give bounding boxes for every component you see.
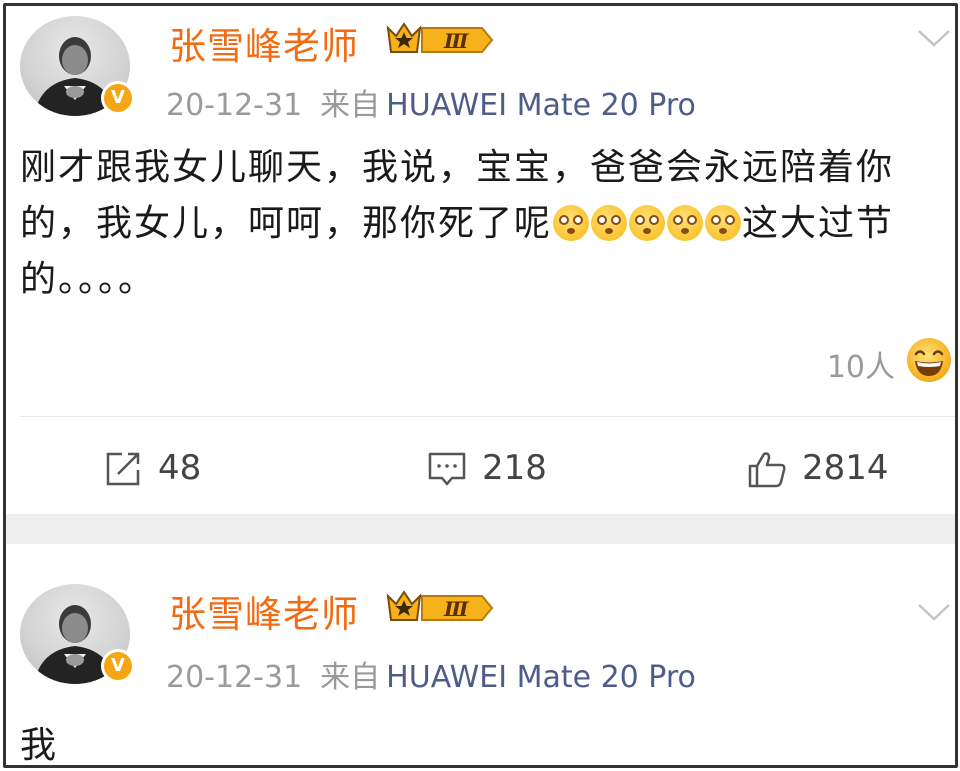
vip-level-badge-icon[interactable]: Ⅲ bbox=[384, 588, 496, 628]
post-text: 我 bbox=[20, 725, 59, 766]
post-separator bbox=[6, 514, 955, 544]
laughing-face-icon bbox=[907, 338, 951, 382]
post-date: 20-12-31 bbox=[166, 88, 303, 123]
vip-level-text: Ⅲ bbox=[443, 597, 469, 621]
username[interactable]: 张雪峰老师 bbox=[169, 16, 359, 70]
verified-badge-icon: V bbox=[101, 649, 135, 683]
dizzy-face-emoji-icon bbox=[705, 205, 742, 241]
dizzy-face-emoji-icon bbox=[553, 205, 590, 241]
post-meta: 20-12-31 来自 HUAWEI Mate 20 Pro bbox=[166, 652, 696, 696]
source-prefix: 来自 bbox=[320, 660, 381, 695]
weibo-post: V 张雪峰老师 Ⅲ 20-12-31 来自 HUAWEI Mate 20 Pro 刚… bbox=[6, 6, 955, 509]
comment-count: 218 bbox=[482, 448, 547, 488]
vip-level-badge-icon[interactable]: Ⅲ bbox=[384, 20, 496, 60]
verified-badge-icon: V bbox=[101, 81, 135, 115]
reaction-count: 10人 bbox=[826, 350, 895, 385]
dizzy-face-emoji-icon bbox=[629, 205, 666, 241]
chevron-down-icon[interactable] bbox=[917, 602, 951, 622]
dizzy-face-emoji-icon bbox=[591, 205, 628, 241]
source-prefix: 来自 bbox=[320, 88, 381, 123]
post-content: 刚才跟我女儿聊天，我说，宝宝，爸爸会永远陪着你的，我女儿，呵呵，那你死了呢 这大过… bbox=[20, 140, 945, 308]
repost-count: 48 bbox=[158, 448, 202, 488]
device-name: HUAWEI Mate 20 Pro bbox=[386, 660, 696, 695]
post-meta: 20-12-31 来自 HUAWEI Mate 20 Pro bbox=[166, 80, 696, 124]
comment-icon bbox=[428, 452, 466, 486]
like-count: 2814 bbox=[802, 448, 889, 488]
weibo-post: V 张雪峰老师 Ⅲ 20-12-31 来自 HUAWEI Mate 20 Pro 我 bbox=[6, 548, 955, 766]
divider bbox=[20, 416, 955, 417]
chevron-down-icon[interactable] bbox=[917, 28, 951, 48]
repost-icon bbox=[106, 452, 140, 486]
post-content: 我 bbox=[20, 718, 945, 766]
username[interactable]: 张雪峰老师 bbox=[169, 584, 359, 638]
dizzy-face-emoji-icon bbox=[667, 205, 704, 241]
device-name: HUAWEI Mate 20 Pro bbox=[386, 88, 696, 123]
vip-level-text: Ⅲ bbox=[443, 29, 469, 53]
screenshot-frame: V 张雪峰老师 Ⅲ 20-12-31 来自 HUAWEI Mate 20 Pro 刚… bbox=[3, 3, 958, 768]
post-date: 20-12-31 bbox=[166, 660, 303, 695]
thumbs-up-icon bbox=[748, 452, 786, 488]
